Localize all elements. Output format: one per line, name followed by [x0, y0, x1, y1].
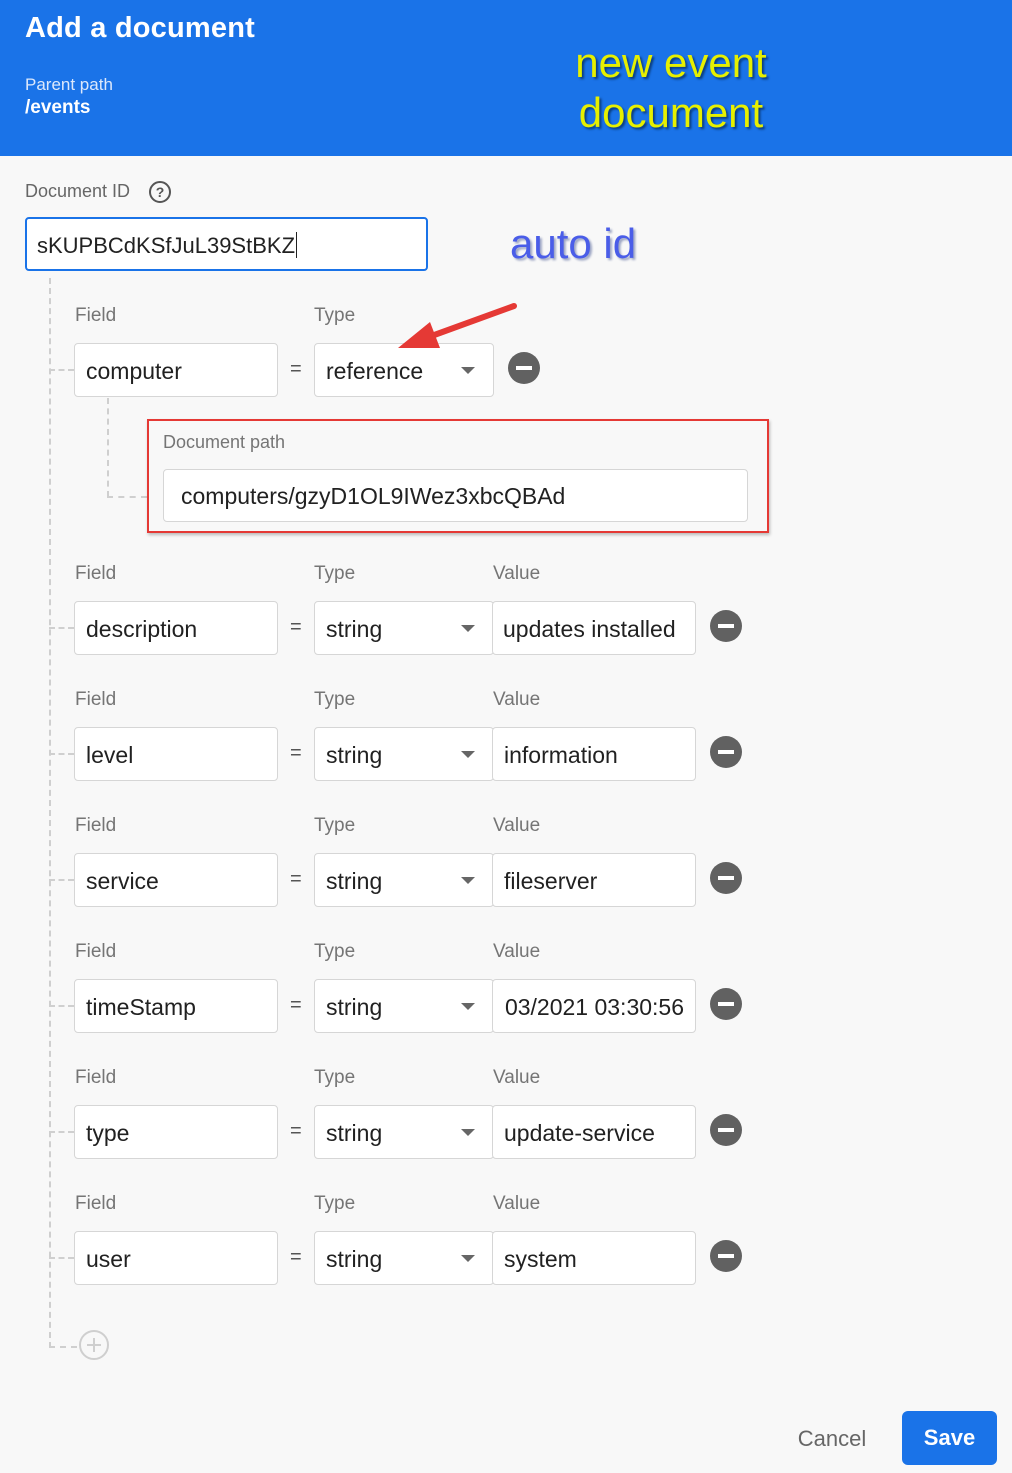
annotation-auto-id: auto id: [510, 220, 637, 267]
type-select[interactable]: string: [314, 601, 494, 655]
dropdown-arrow-icon: [461, 367, 475, 374]
field-value-input[interactable]: updates installed: [492, 601, 696, 655]
tree-guide-branch: [49, 627, 74, 629]
dropdown-arrow-icon: [461, 1255, 475, 1262]
tree-guide-line-nested: [107, 398, 109, 497]
text-caret: [296, 232, 298, 258]
field-name-input[interactable]: description: [74, 601, 278, 655]
tree-guide-branch: [49, 1257, 74, 1259]
help-icon[interactable]: ?: [149, 181, 171, 203]
tree-guide-branch: [49, 1005, 74, 1007]
field-name-input[interactable]: level: [74, 727, 278, 781]
dropdown-arrow-icon: [461, 751, 475, 758]
type-select[interactable]: string: [314, 727, 494, 781]
type-select-value: string: [326, 1120, 383, 1146]
field-label: Field: [75, 1067, 117, 1088]
dropdown-arrow-icon: [461, 1129, 475, 1136]
annotation-arrow-icon: [398, 303, 517, 348]
equals-sign: =: [290, 868, 302, 890]
cancel-button[interactable]: Cancel: [780, 1412, 884, 1466]
tree-guide-line: [49, 278, 51, 1348]
document-id-input[interactable]: sKUPBCdKSfJuL39StBKZ: [25, 217, 428, 271]
tree-guide-branch: [49, 1346, 77, 1348]
value-label: Value: [493, 1067, 541, 1088]
parent-path-label: Parent path: [25, 75, 113, 94]
remove-field-icon[interactable]: [710, 610, 742, 642]
remove-field-icon[interactable]: [710, 862, 742, 894]
field-name-input[interactable]: computer: [74, 343, 278, 397]
field-label: Field: [75, 563, 117, 584]
dropdown-arrow-icon: [461, 625, 475, 632]
type-label: Type: [314, 563, 356, 584]
remove-field-icon[interactable]: [710, 988, 742, 1020]
add-field-icon[interactable]: [79, 1330, 109, 1360]
equals-sign: =: [290, 358, 302, 380]
equals-sign: =: [290, 1120, 302, 1142]
parent-path-value: /events: [25, 97, 91, 118]
tree-guide-branch: [49, 753, 74, 755]
remove-field-icon[interactable]: [710, 736, 742, 768]
type-select-value: string: [326, 616, 383, 642]
type-label: Type: [314, 1193, 356, 1214]
value-label: Value: [493, 689, 541, 710]
field-value-input[interactable]: update-service: [492, 1105, 696, 1159]
equals-sign: =: [290, 994, 302, 1016]
type-label: Type: [314, 941, 356, 962]
field-label: Field: [75, 815, 117, 836]
equals-sign: =: [290, 742, 302, 764]
tree-guide-branch-nested: [107, 496, 147, 498]
type-select-value: string: [326, 742, 383, 768]
field-value-input[interactable]: system: [492, 1231, 696, 1285]
value-label: Value: [493, 941, 541, 962]
field-name-input[interactable]: type: [74, 1105, 278, 1159]
type-label: Type: [314, 815, 356, 836]
field-name-input[interactable]: user: [74, 1231, 278, 1285]
type-label: Type: [314, 689, 356, 710]
dropdown-arrow-icon: [461, 1003, 475, 1010]
field-value-input[interactable]: 03/2021 03:30:56: [492, 979, 696, 1033]
dialog-header: Add a document Parent path /events new e…: [0, 0, 1012, 156]
tree-guide-branch: [49, 879, 74, 881]
field-label: Field: [75, 305, 117, 326]
dialog-title: Add a document: [25, 12, 255, 44]
value-label: Value: [493, 563, 541, 584]
tree-guide-branch: [49, 369, 74, 371]
type-select[interactable]: string: [314, 1231, 494, 1285]
type-select[interactable]: string: [314, 1105, 494, 1159]
document-path-input[interactable]: computers/gzyD1OL9IWez3xbcQBAd: [163, 469, 748, 522]
dropdown-arrow-icon: [461, 877, 475, 884]
type-label: Type: [314, 1067, 356, 1088]
document-id-label: Document ID: [25, 181, 131, 201]
type-select-value: string: [326, 994, 383, 1020]
document-id-value: sKUPBCdKSfJuL39StBKZ: [37, 233, 296, 258]
value-label: Value: [493, 1193, 541, 1214]
field-value-input[interactable]: information: [492, 727, 696, 781]
field-label: Field: [75, 941, 117, 962]
save-button[interactable]: Save: [902, 1411, 997, 1465]
annotation-new-event-document: new event document: [575, 39, 767, 136]
remove-field-icon[interactable]: [710, 1240, 742, 1272]
type-select-value: string: [326, 868, 383, 894]
field-value-text: 03/2021 03:30:56: [504, 994, 684, 1020]
field-name-input[interactable]: service: [74, 853, 278, 907]
value-label: Value: [493, 815, 541, 836]
document-path-label: Document path: [163, 432, 286, 452]
field-label: Field: [75, 689, 117, 710]
equals-sign: =: [290, 1246, 302, 1268]
field-name-input[interactable]: timeStamp: [74, 979, 278, 1033]
field-value-input[interactable]: fileserver: [492, 853, 696, 907]
type-label: Type: [314, 305, 356, 326]
tree-guide-branch: [49, 1131, 74, 1133]
field-label: Field: [75, 1193, 117, 1214]
type-select-value: reference: [326, 358, 424, 384]
type-select[interactable]: string: [314, 979, 494, 1033]
remove-field-icon[interactable]: [710, 1114, 742, 1146]
equals-sign: =: [290, 616, 302, 638]
type-select[interactable]: string: [314, 853, 494, 907]
type-select-value: string: [326, 1246, 383, 1272]
